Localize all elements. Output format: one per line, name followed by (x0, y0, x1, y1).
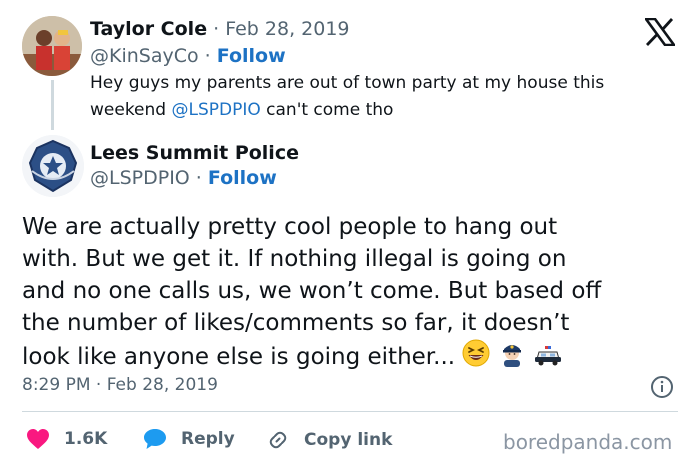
heart-icon (27, 429, 49, 449)
reply-to-handle-row: @KinSayCo · Follow (90, 45, 286, 67)
lees-summit-police-avatar[interactable] (22, 135, 84, 197)
copy-link-label: Copy link (304, 430, 393, 450)
tweet-author-name-row: Lees Summit Police (90, 142, 299, 164)
info-icon[interactable] (650, 375, 674, 403)
boredpanda-watermark: boredpanda.com (503, 430, 673, 454)
reply-to-text: Hey guys my parents are out of town part… (90, 70, 604, 124)
police-officer-icon (498, 339, 526, 376)
taylor-cole-photo (22, 16, 82, 76)
reply-to-date[interactable]: Feb 28, 2019 (225, 18, 349, 40)
separator-dot: · (207, 18, 226, 40)
copy-link-button[interactable]: Copy link (266, 428, 392, 452)
police-badge-icon (22, 135, 84, 197)
tweet-timestamp[interactable]: 8:29 PM · Feb 28, 2019 (22, 375, 218, 395)
reply-to-header: Taylor Cole · Feb 28, 2019 (90, 18, 350, 40)
reply-to-text-line: weekend @LSPDPIO can't come tho (90, 97, 604, 124)
tweet-handle[interactable]: @LSPDPIO (90, 167, 190, 189)
reply-label: Reply (181, 429, 235, 449)
link-icon (269, 431, 287, 449)
reply-to-follow-button[interactable]: Follow (217, 45, 286, 67)
reply-to-text-fragment: weekend (90, 100, 172, 120)
reply-to-text-line: Hey guys my parents are out of town part… (90, 73, 605, 93)
tweet-handle-row: @LSPDPIO · Follow (90, 167, 277, 189)
tweet-body-line: the number of likes/comments so far, it … (22, 310, 570, 336)
tweet-body-line: and no one calls us, we won’t come. But … (22, 278, 602, 304)
tweet-body-fragment: look like anyone else is going either... (22, 344, 456, 370)
taylor-cole-avatar[interactable] (22, 16, 82, 76)
grinning-squinting-face-icon (462, 339, 490, 376)
tweet-body: We are actually pretty cool people to ha… (22, 211, 601, 376)
tweet-author-name[interactable]: Lees Summit Police (90, 142, 299, 164)
mention-link[interactable]: @LSPDPIO (172, 100, 261, 120)
thread-connector-line (51, 80, 54, 130)
police-car-icon (533, 339, 563, 376)
x-logo-icon[interactable] (644, 17, 676, 50)
tweet-body-line: look like anyone else is going either... (22, 339, 601, 376)
reply-to-author-name[interactable]: Taylor Cole (90, 18, 207, 40)
reply-to-handle[interactable]: @KinSayCo (90, 45, 199, 67)
tweet-follow-button[interactable]: Follow (208, 167, 277, 189)
tweet-body-line: with. But we get it. If nothing illegal … (22, 246, 567, 272)
reply-bubble-icon (144, 429, 166, 449)
like-button[interactable]: 1.6K (26, 428, 107, 450)
actions-divider (22, 411, 678, 412)
tweet-body-line: We are actually pretty cool people to ha… (22, 214, 558, 240)
like-count: 1.6K (64, 429, 108, 449)
reply-button[interactable]: Reply (143, 428, 235, 450)
reply-to-text-fragment: can't come tho (260, 100, 394, 120)
separator-dot: · (189, 167, 208, 189)
separator-dot: · (198, 45, 217, 67)
